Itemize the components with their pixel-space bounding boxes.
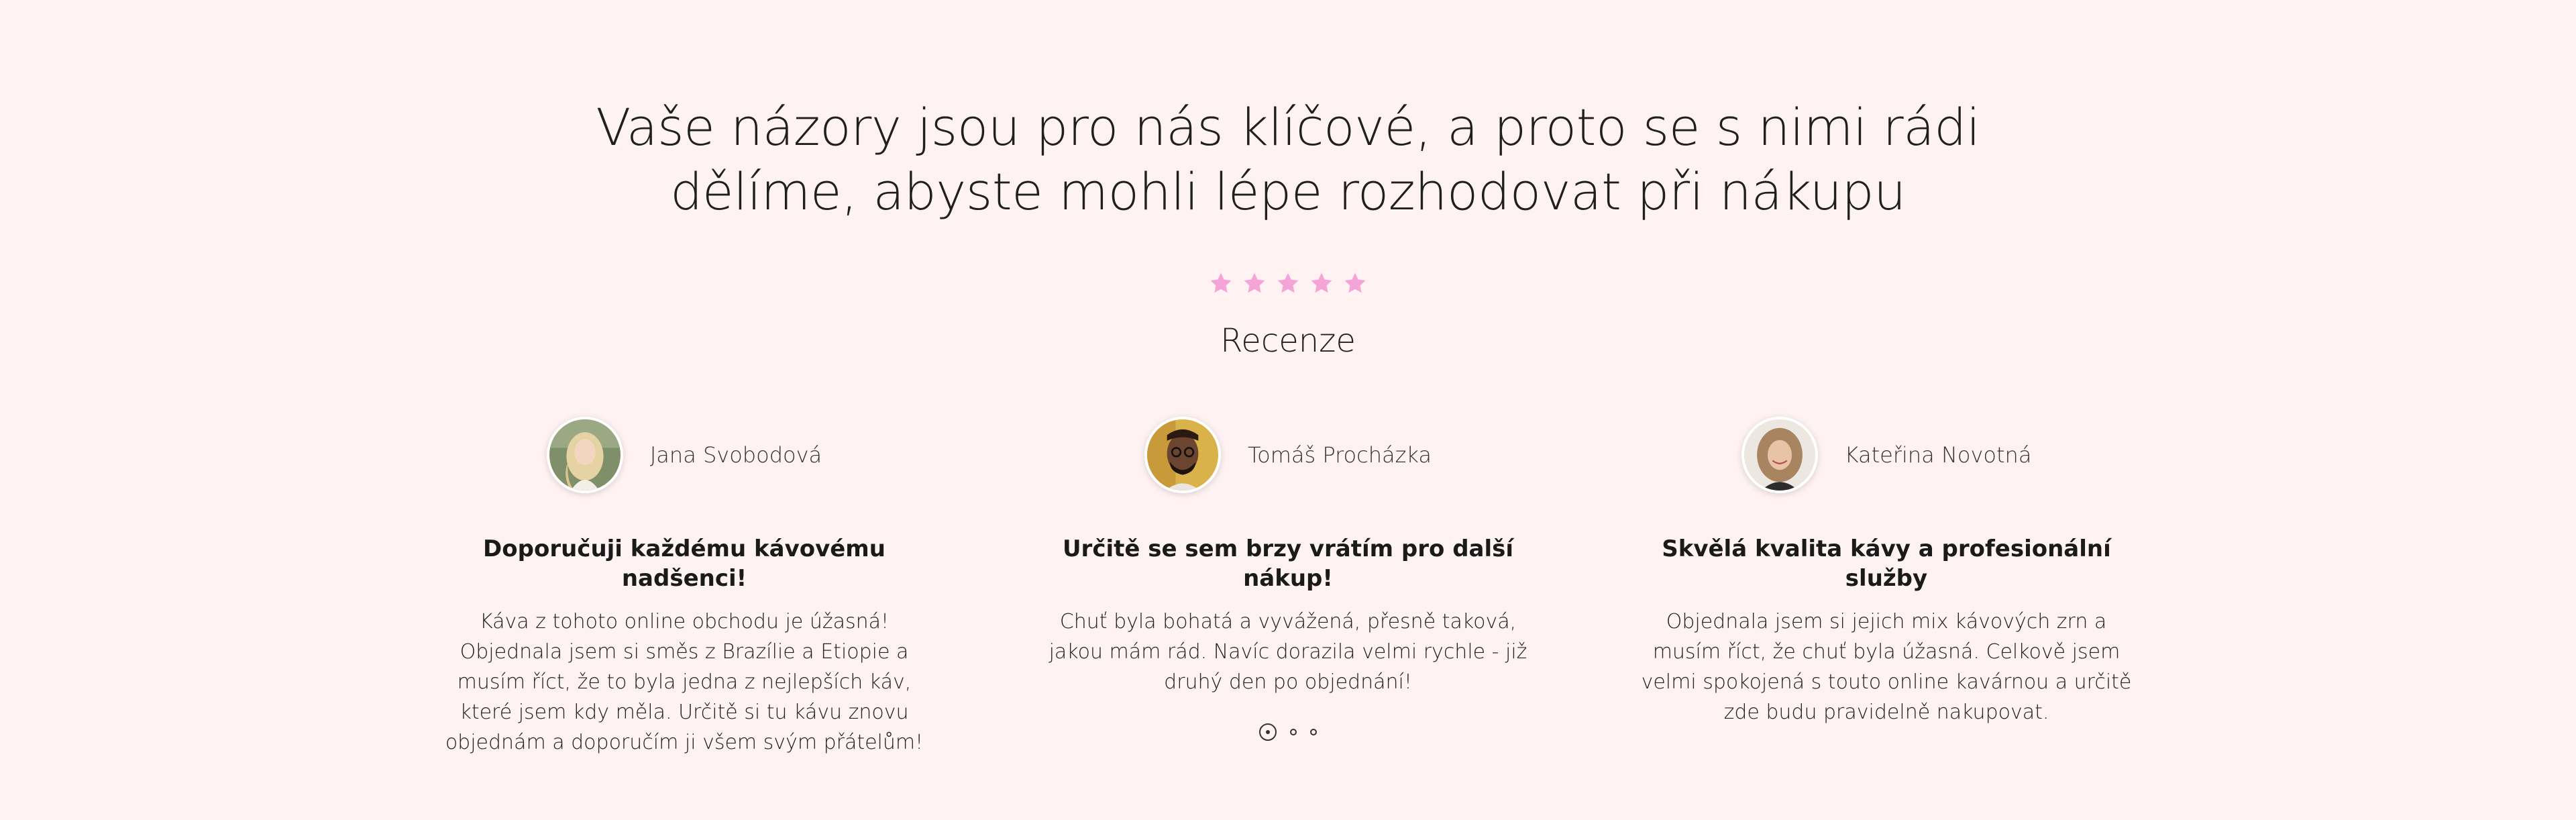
author-name: Jana Svobodová: [649, 442, 822, 468]
carousel-pagination: [0, 723, 2576, 741]
pagination-dot-2[interactable]: [1290, 729, 1297, 735]
star-icon: [1244, 272, 1265, 293]
review-author: Jana Svobodová: [429, 416, 939, 494]
avatar: [546, 417, 623, 493]
review-title: Určitě se sem brzy vrátím pro další náku…: [1062, 535, 1514, 592]
review-card: Tomáš Procházka Určitě se sem brzy vrátí…: [1033, 416, 1543, 697]
author-name: Tomáš Procházka: [1248, 442, 1432, 468]
review-author: Kateřina Novotná: [1631, 416, 2141, 494]
avatar-photo-woman-curly-icon: [1743, 419, 1815, 491]
reviews-label: Recenze: [1220, 322, 1356, 360]
avatar: [1741, 417, 1818, 493]
avatar: [1144, 417, 1222, 493]
review-card: Kateřina Novotná Skvělá kvalita kávy a p…: [1631, 416, 2141, 727]
author-name: Kateřina Novotná: [1844, 442, 2032, 468]
avatar-photo-woman-blonde-icon: [549, 419, 621, 491]
heading-line-1: Vaše názory jsou pro nás klíčové, a prot…: [596, 97, 1980, 157]
section-heading: Vaše názory jsou pro nás klíčové, a prot…: [0, 95, 2576, 224]
pagination-dot-1[interactable]: [1259, 723, 1277, 741]
review-card: Jana Svobodová Doporučuji každému kávové…: [429, 416, 939, 758]
review-title: Skvělá kvalita kávy a profesionální služ…: [1662, 535, 2111, 592]
review-title: Doporučuji každému kávovému nadšenci!: [483, 535, 885, 592]
star-icon: [1210, 272, 1232, 293]
review-text: Chuť byla bohatá a vyvážená, přesně tako…: [1049, 610, 1527, 694]
rating-stars: [0, 271, 2576, 295]
pagination-dot-3[interactable]: [1310, 729, 1317, 735]
star-icon: [1311, 272, 1332, 293]
heading-line-2: dělíme, abyste mohli lépe rozhodovat při…: [670, 162, 1906, 221]
review-author: Tomáš Procházka: [1033, 416, 1543, 494]
avatar-photo-man-glasses-icon: [1147, 419, 1219, 491]
star-icon: [1344, 272, 1366, 293]
star-icon: [1277, 272, 1299, 293]
review-text: Objednala jsem si jejich mix kávových zr…: [1641, 610, 2132, 724]
